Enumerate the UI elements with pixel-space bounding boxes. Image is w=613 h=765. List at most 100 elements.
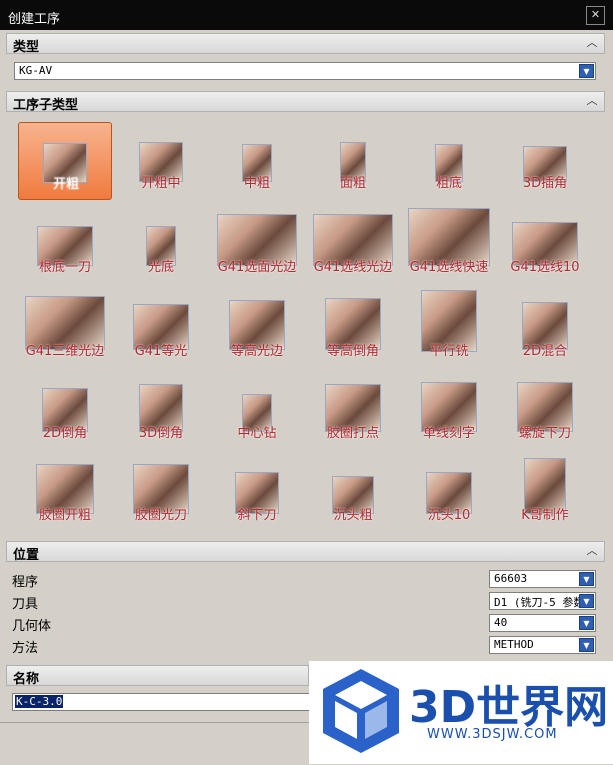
subtype-tile[interactable]: 3D插角 xyxy=(498,122,592,200)
program-value: 66603 xyxy=(494,572,528,585)
watermark-url: WWW.3DSJW.COM xyxy=(427,727,558,742)
watermark-brand: 3D世界网 xyxy=(409,682,609,733)
subtype-tile[interactable]: 中粗 xyxy=(210,122,304,200)
subtype-label: 根底一刀 xyxy=(38,260,91,275)
subtype-tile[interactable]: G41选面光边 xyxy=(210,206,304,284)
subtype-label: 平行铣 xyxy=(429,344,469,359)
subtype-label: 开粗 xyxy=(52,177,79,192)
subtype-label: G41选线快速 xyxy=(409,260,489,275)
subtype-label: 沉头粗 xyxy=(333,508,373,523)
subtype-label: G41三维光边 xyxy=(25,344,105,359)
subtype-label: 2D倒角 xyxy=(42,426,88,441)
cube-logo-icon xyxy=(323,669,399,753)
subtype-label: 等高倒角 xyxy=(326,344,379,359)
subtype-tile[interactable]: K哥制作 xyxy=(498,454,592,532)
subtype-tile[interactable]: 面粗 xyxy=(306,122,400,200)
watermark-logo: 3D世界网 WWW.3DSJW.COM xyxy=(309,661,613,764)
subtype-tile[interactable]: G41三维光边 xyxy=(18,290,112,368)
subtype-label: G41选线光边 xyxy=(313,260,393,275)
collapse-icon[interactable]: ︿ xyxy=(584,93,600,109)
program-label: 程序 xyxy=(12,575,39,590)
subtype-label: G41等光 xyxy=(134,344,188,359)
subtype-tile[interactable]: 2D混合 xyxy=(498,290,592,368)
subtype-tile[interactable]: 平行铣 xyxy=(402,290,496,368)
tool-value: D1 (铣刀-5 参数 xyxy=(494,596,580,609)
type-section-header[interactable]: 类型 ︿ xyxy=(6,33,605,55)
subtype-tile[interactable]: 沉头粗 xyxy=(306,454,400,532)
chevron-down-icon[interactable]: ▼ xyxy=(579,616,594,630)
subtype-tile[interactable]: 螺旋下刀 xyxy=(498,372,592,450)
subtype-tile[interactable]: G41等光 xyxy=(114,290,208,368)
subtype-label: K哥制作 xyxy=(521,508,569,523)
name-value: K-C-3.0 xyxy=(15,695,64,708)
subtype-tile[interactable]: 胶圈光刀 xyxy=(114,454,208,532)
subtype-label: 中粗 xyxy=(243,176,270,191)
subtype-label: 胶圈开粗 xyxy=(38,508,91,523)
title-bar: 创建工序 ✕ xyxy=(0,0,613,30)
subtype-label: 沉头10 xyxy=(427,508,471,523)
chevron-down-icon[interactable]: ▼ xyxy=(579,64,594,78)
geometry-value: 40 xyxy=(494,616,508,629)
subtype-tile[interactable]: 粗底 xyxy=(402,122,496,200)
chevron-down-icon[interactable]: ▼ xyxy=(579,638,594,652)
collapse-icon[interactable]: ︿ xyxy=(584,35,600,51)
subtype-tile[interactable]: 等高倒角 xyxy=(306,290,400,368)
close-icon[interactable]: ✕ xyxy=(586,6,605,25)
subtype-tile[interactable]: 光底 xyxy=(114,206,208,284)
chevron-down-icon[interactable]: ▼ xyxy=(579,594,594,608)
subtype-section-label: 工序子类型 xyxy=(13,98,79,113)
subtype-label: 中心钻 xyxy=(237,426,277,441)
subtype-tile[interactable]: 开粗 xyxy=(18,122,112,200)
subtype-tile[interactable]: 3D倒角 xyxy=(114,372,208,450)
subtype-label: G41选线10 xyxy=(510,260,580,275)
subtype-label: 单线刻字 xyxy=(422,426,475,441)
location-section-label: 位置 xyxy=(13,548,40,563)
type-value: KG-AV xyxy=(19,64,53,77)
subtype-label: 斜下刀 xyxy=(237,508,277,523)
collapse-icon[interactable]: ︿ xyxy=(584,543,600,559)
subtype-label: 胶圈打点 xyxy=(326,426,379,441)
subtype-tile[interactable]: G41选线光边 xyxy=(306,206,400,284)
subtype-tile[interactable]: 单线刻字 xyxy=(402,372,496,450)
subtype-label: G41选面光边 xyxy=(217,260,297,275)
subtype-label: 3D插角 xyxy=(522,176,568,191)
subtype-tile[interactable]: G41选线10 xyxy=(498,206,592,284)
subtype-label: 胶圈光刀 xyxy=(134,508,187,523)
subtype-tile[interactable]: 胶圈打点 xyxy=(306,372,400,450)
method-dropdown[interactable]: METHOD ▼ xyxy=(489,636,596,654)
location-section-header[interactable]: 位置 ︿ xyxy=(6,541,605,563)
subtype-tile[interactable]: 沉头10 xyxy=(402,454,496,532)
method-value: METHOD xyxy=(494,638,534,651)
type-section-label: 类型 xyxy=(13,40,40,55)
subtype-label: 面粗 xyxy=(339,176,366,191)
chevron-down-icon[interactable]: ▼ xyxy=(579,572,594,586)
subtype-tile[interactable]: 等高光边 xyxy=(210,290,304,368)
tool-dropdown[interactable]: D1 (铣刀-5 参数 ▼ xyxy=(489,592,596,610)
geometry-label: 几何体 xyxy=(12,619,52,634)
method-label: 方法 xyxy=(12,641,39,656)
subtype-label: 开粗中 xyxy=(141,176,181,191)
type-dropdown[interactable]: KG-AV ▼ xyxy=(14,62,596,80)
subtype-label: 螺旋下刀 xyxy=(518,426,571,441)
subtype-label: 粗底 xyxy=(435,176,462,191)
name-section-label: 名称 xyxy=(13,672,40,687)
subtype-grid: 开粗 开粗中 中粗 面粗 粗底 3D插角根底一刀 光底 G41选面光边 G41选线光边 G41选线… xyxy=(6,114,605,536)
subtype-label: 等高光边 xyxy=(230,344,283,359)
subtype-section-header[interactable]: 工序子类型 ︿ xyxy=(6,91,605,113)
tool-label: 刀具 xyxy=(12,597,39,612)
program-dropdown[interactable]: 66603 ▼ xyxy=(489,570,596,588)
subtype-tile[interactable]: 开粗中 xyxy=(114,122,208,200)
subtype-tile[interactable]: 根底一刀 xyxy=(18,206,112,284)
subtype-tile[interactable]: G41选线快速 xyxy=(402,206,496,284)
subtype-tile[interactable]: 胶圈开粗 xyxy=(18,454,112,532)
subtype-tile[interactable]: 2D倒角 xyxy=(18,372,112,450)
dialog-footer xyxy=(0,722,309,765)
window-title: 创建工序 xyxy=(8,12,61,27)
geometry-dropdown[interactable]: 40 ▼ xyxy=(489,614,596,632)
subtype-tile[interactable]: 斜下刀 xyxy=(210,454,304,532)
subtype-tile[interactable]: 中心钻 xyxy=(210,372,304,450)
subtype-label: 光底 xyxy=(147,260,174,275)
subtype-label: 2D混合 xyxy=(522,344,568,359)
name-section-header[interactable]: 名称 xyxy=(6,665,309,687)
subtype-label: 3D倒角 xyxy=(138,426,184,441)
